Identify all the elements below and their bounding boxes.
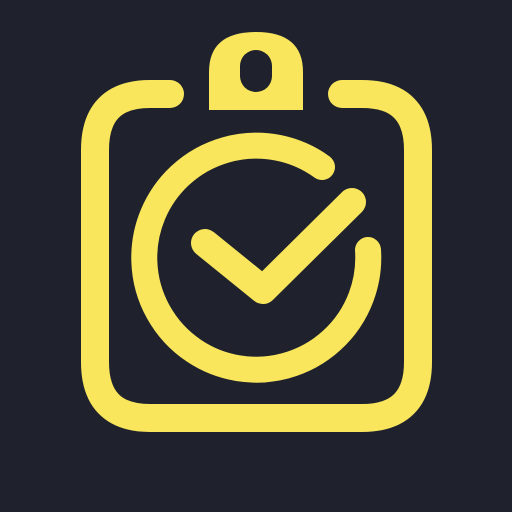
check-mark	[191, 188, 366, 304]
clipboard-check-icon	[0, 0, 512, 512]
clipboard-check-svg	[81, 32, 432, 432]
check-circle-arc	[131, 132, 382, 383]
clipboard-clip-hole	[240, 50, 272, 92]
